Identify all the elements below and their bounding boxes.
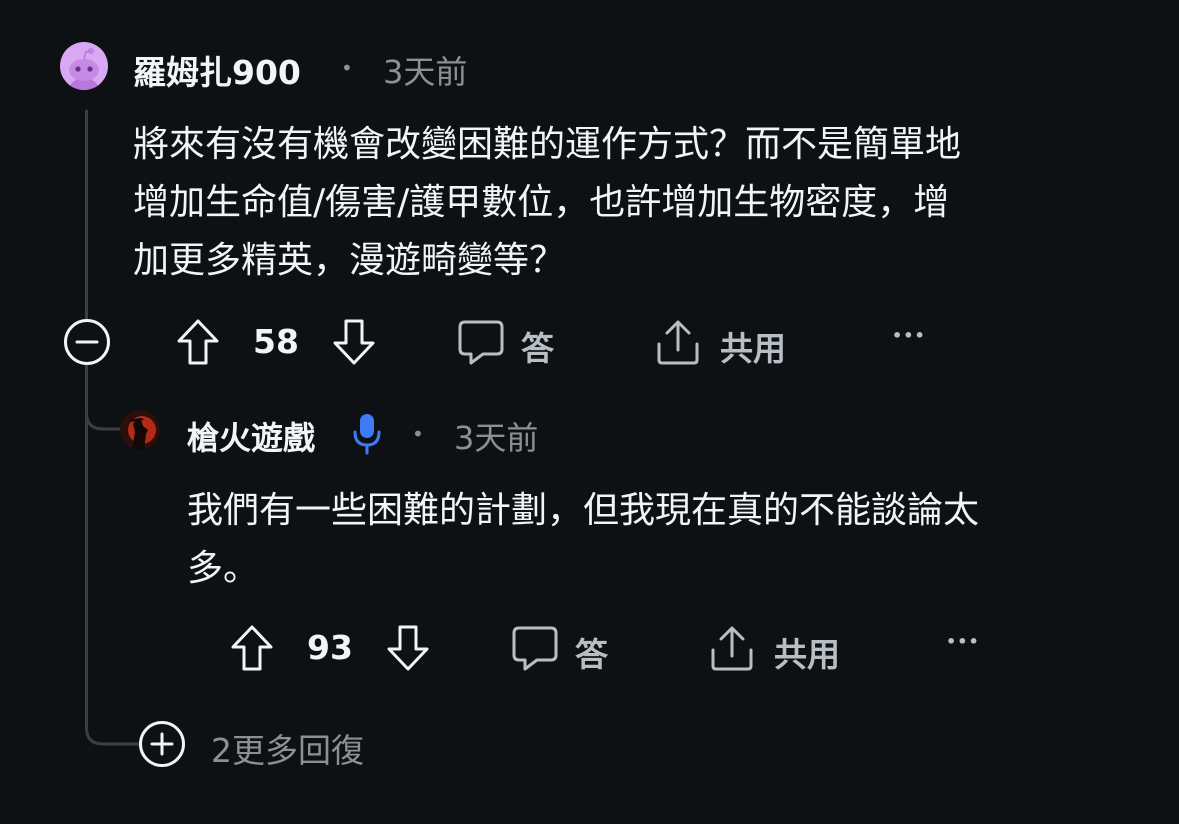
more-replies-link[interactable]: 2更多回復: [211, 724, 364, 772]
downvote-icon: [387, 625, 429, 671]
share-button[interactable]: [708, 624, 756, 672]
vote-count: 93: [307, 628, 353, 667]
comment-timestamp: 3天前: [383, 53, 468, 91]
reply-button[interactable]: [511, 624, 559, 672]
reply-username[interactable]: 槍火遊戲: [187, 413, 315, 459]
meta-separator: •: [341, 56, 353, 80]
reply-body-line: 多。: [187, 548, 260, 589]
meta-separator: •: [412, 422, 424, 446]
share-label[interactable]: 共用: [774, 628, 840, 676]
vote-count: 58: [253, 322, 299, 361]
upvote-button[interactable]: [229, 624, 275, 672]
gearbox-avatar-icon: [120, 410, 160, 450]
upvote-icon: [231, 625, 273, 671]
thread-line-main: [85, 110, 88, 320]
share-icon: [711, 626, 753, 671]
comment-username[interactable]: 羅姆扎900: [133, 46, 301, 94]
upvote-icon: [177, 319, 219, 365]
comment-body-line: 將來有沒有機會改變困難的運作方式？而不是簡單地: [133, 124, 962, 165]
collapse-icon: [64, 319, 110, 365]
reply-button[interactable]: [457, 318, 505, 366]
collapse-button[interactable]: [63, 318, 111, 366]
expand-more-replies-button[interactable]: [138, 720, 186, 768]
upvote-button[interactable]: [175, 318, 221, 366]
more-options-button[interactable]: •••: [892, 326, 926, 345]
developer-badge: [351, 412, 383, 456]
downvote-button[interactable]: [331, 318, 377, 366]
reply-label[interactable]: 答: [521, 322, 554, 370]
reply-timestamp: 3天前: [454, 419, 539, 457]
comment-bubble-icon: [512, 626, 558, 671]
more-options-button[interactable]: •••: [946, 632, 980, 651]
reply-body: 我們有一些困難的計劃，但我現在真的不能談論太 多。: [187, 482, 1147, 598]
snoo-avatar-icon: [69, 47, 99, 90]
thread-curve-reply: [85, 365, 123, 431]
reply-avatar[interactable]: [120, 410, 160, 450]
comment-body: 將來有沒有機會改變困難的運作方式？而不是簡單地 增加生命值/傷害/護甲數位，也許…: [133, 116, 1153, 290]
thread-curve-more: [85, 700, 141, 746]
comment-body-line: 加更多精英，漫遊畸變等？: [133, 240, 566, 281]
share-button[interactable]: [654, 318, 702, 366]
share-icon: [657, 320, 699, 365]
share-label[interactable]: 共用: [720, 322, 786, 370]
downvote-icon: [333, 319, 375, 365]
reply-body-line: 我們有一些困難的計劃，但我現在真的不能談論太: [187, 490, 980, 531]
reply-label[interactable]: 答: [575, 628, 608, 676]
avatar[interactable]: [60, 42, 108, 90]
expand-icon: [139, 721, 185, 767]
comment-body-line: 增加生命值/傷害/護甲數位，也許增加生物密度，增: [133, 182, 950, 223]
comment-bubble-icon: [458, 320, 504, 365]
downvote-button[interactable]: [385, 624, 431, 672]
microphone-badge-icon: [353, 414, 381, 455]
